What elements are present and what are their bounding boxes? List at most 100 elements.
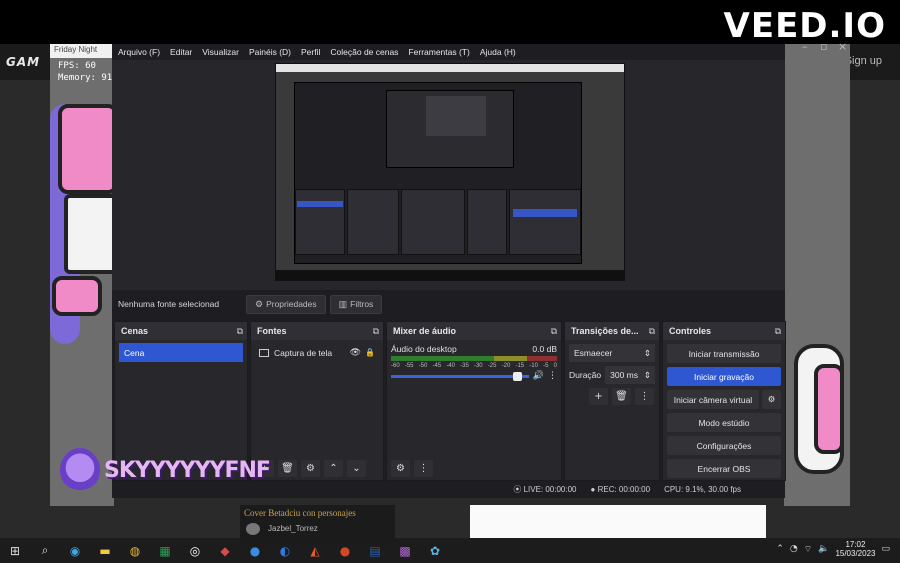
more-options-icon[interactable]: ⋮ bbox=[635, 388, 654, 405]
sources-toolbar: + 🗑 ⚙ ⌃ ⌄ bbox=[255, 460, 366, 477]
meter-ticks: -60 -55 -50 -45 -40 -35 -30 -25 -20 -15 -10 -5 0 bbox=[391, 363, 557, 369]
meter-tick: -35 bbox=[460, 363, 469, 369]
preview-canvas[interactable] bbox=[275, 63, 625, 281]
meter-tick: 0 bbox=[553, 363, 557, 369]
undock-icon[interactable]: ⧉ bbox=[373, 326, 379, 337]
app-icon-3[interactable]: ◭ bbox=[300, 538, 330, 563]
meter-tick: -25 bbox=[487, 363, 497, 369]
start-recording-button[interactable]: Iniciar gravação bbox=[667, 367, 781, 386]
menu-colecao-cenas[interactable]: Coleção de cenas bbox=[330, 47, 398, 57]
trash-icon[interactable]: 🗑 bbox=[278, 460, 297, 477]
app-icon[interactable]: ◆ bbox=[210, 538, 240, 563]
menu-visualizar[interactable]: Visualizar bbox=[202, 47, 239, 57]
zoom-icon[interactable]: ● bbox=[240, 538, 270, 563]
app-icon-5[interactable]: ✿ bbox=[420, 538, 450, 563]
edge-icon[interactable]: ◉ bbox=[60, 538, 90, 563]
chrome-icon[interactable]: ◍ bbox=[120, 538, 150, 563]
gear-icon[interactable]: ⚙ bbox=[762, 390, 781, 409]
lock-icon[interactable]: 🔒 bbox=[365, 348, 375, 357]
cpu-status: CPU: 9.1%, 30.00 fps bbox=[664, 485, 741, 494]
menu-ferramentas[interactable]: Ferramentas (T) bbox=[408, 47, 469, 57]
powerpoint-icon[interactable]: ● bbox=[330, 538, 360, 563]
word-icon[interactable]: ▤ bbox=[360, 538, 390, 563]
start-virtual-camera-button[interactable]: Iniciar câmera virtual bbox=[667, 390, 759, 409]
undock-icon[interactable]: ⧉ bbox=[237, 326, 243, 337]
nested-obs-window-3 bbox=[426, 96, 486, 136]
transition-select[interactable]: Esmaecer ⇕ bbox=[569, 344, 655, 362]
undock-icon[interactable]: ⧉ bbox=[551, 326, 557, 337]
game-art-left bbox=[50, 44, 114, 506]
eye-icon[interactable]: 👁 bbox=[350, 347, 361, 358]
source-item-label: Captura de tela bbox=[274, 347, 333, 358]
volume-slider-thumb[interactable] bbox=[512, 371, 522, 381]
properties-button[interactable]: ⚙ Propriedades bbox=[246, 294, 326, 314]
transitions-dock: Transições de... ⧉ Esmaecer ⇕ Duração 300 … bbox=[564, 321, 660, 481]
notifications-icon[interactable]: ▭ bbox=[881, 544, 890, 554]
excel-icon[interactable]: ▦ bbox=[150, 538, 180, 563]
speaker-icon[interactable]: 🔈 bbox=[818, 544, 829, 554]
volume-row: 🔊 ⋮ bbox=[391, 371, 557, 381]
move-up-icon[interactable]: ⌃ bbox=[324, 460, 343, 477]
app-icon-4[interactable]: ▩ bbox=[390, 538, 420, 563]
properties-label: Propriedades bbox=[266, 299, 317, 309]
studio-mode-button[interactable]: Modo estúdio bbox=[667, 413, 781, 432]
wifi-icon[interactable]: ⌔ bbox=[804, 544, 812, 555]
obs-icon[interactable]: ◎ bbox=[180, 538, 210, 563]
filters-label: Filtros bbox=[350, 299, 374, 309]
mixer-track-row: Áudio do desktop 0.0 dB bbox=[391, 344, 557, 354]
mixer-track-name: Áudio do desktop bbox=[391, 344, 457, 354]
clock[interactable]: 17:02 15/03/2023 bbox=[835, 540, 875, 558]
more-options-icon[interactable]: ⋮ bbox=[548, 371, 557, 381]
menu-arquivo[interactable]: Arquivo (F) bbox=[118, 47, 160, 57]
close-icon[interactable]: × bbox=[838, 40, 847, 53]
windows-start-icon[interactable]: ⊞ bbox=[0, 538, 30, 563]
menu-editar[interactable]: Editar bbox=[170, 47, 192, 57]
add-transition-button[interactable]: + bbox=[589, 388, 608, 405]
app-icon-2[interactable]: ◐ bbox=[270, 538, 300, 563]
signup-link[interactable]: Sign up bbox=[845, 55, 882, 67]
sources-dock-header: Fontes ⧉ bbox=[251, 322, 383, 340]
streamer-avatar bbox=[60, 448, 100, 492]
trash-icon[interactable]: 🗑 bbox=[612, 388, 631, 405]
meter-tick: -30 bbox=[473, 363, 483, 369]
obs-menubar: Arquivo (F) Editar Visualizar Painéis (D… bbox=[112, 44, 785, 60]
speaker-icon[interactable]: 🔊 bbox=[533, 371, 544, 381]
meter-tick: -50 bbox=[418, 363, 428, 369]
gear-icon[interactable]: ⚙ bbox=[301, 460, 320, 477]
signal-icon: ⦿ bbox=[513, 485, 522, 494]
undock-icon[interactable]: ⧉ bbox=[649, 326, 655, 337]
start-streaming-button[interactable]: Iniciar transmissão bbox=[667, 344, 781, 363]
exit-button[interactable]: Encerrar OBS bbox=[667, 459, 781, 478]
transitions-title: Transições de... bbox=[571, 326, 639, 336]
chevron-up-icon[interactable]: ⌃ bbox=[776, 544, 784, 554]
chat-username[interactable]: Jazbel_Torrez bbox=[268, 524, 318, 533]
nested-browser-bar bbox=[276, 64, 624, 72]
undock-icon[interactable]: ⧉ bbox=[775, 326, 781, 337]
transitions-toolbar: + 🗑 ⋮ bbox=[589, 388, 655, 405]
settings-button[interactable]: Configurações bbox=[667, 436, 781, 455]
menu-perfil[interactable]: Perfil bbox=[301, 47, 320, 57]
filters-button[interactable]: ▥ Filtros bbox=[329, 294, 383, 314]
stepper-icon[interactable]: ⇕ bbox=[644, 370, 651, 381]
move-down-icon[interactable]: ⌄ bbox=[347, 460, 366, 477]
network-icon[interactable]: ◔ bbox=[790, 544, 798, 554]
meter-tick: -45 bbox=[432, 363, 442, 369]
gear-icon[interactable]: ⚙ bbox=[391, 460, 410, 477]
scenes-dock-header: Cenas ⧉ bbox=[115, 322, 247, 340]
menu-paineis[interactable]: Painéis (D) bbox=[249, 47, 291, 57]
mixer-toolbar: ⚙ ⋮ bbox=[391, 460, 433, 477]
maximize-icon[interactable]: ▫ bbox=[820, 40, 827, 53]
duration-input[interactable]: 300 ms ⇕ bbox=[605, 366, 655, 384]
meter-tick: -40 bbox=[446, 363, 455, 369]
live-status: ⦿ LIVE: 00:00:00 bbox=[513, 484, 576, 495]
file-explorer-icon[interactable]: ▬ bbox=[90, 538, 120, 563]
scene-item[interactable]: Cena bbox=[119, 343, 243, 362]
obs-window-title: Friday Night bbox=[54, 45, 98, 54]
volume-slider[interactable] bbox=[391, 371, 529, 381]
site-logo: GAM bbox=[6, 55, 41, 69]
minimize-icon[interactable]: – bbox=[802, 40, 808, 53]
menu-ajuda[interactable]: Ajuda (H) bbox=[480, 47, 516, 57]
more-options-icon[interactable]: ⋮ bbox=[414, 460, 433, 477]
search-icon[interactable]: ⌕ bbox=[30, 538, 60, 563]
source-item[interactable]: Captura de tela 👁 🔒 bbox=[255, 343, 379, 362]
